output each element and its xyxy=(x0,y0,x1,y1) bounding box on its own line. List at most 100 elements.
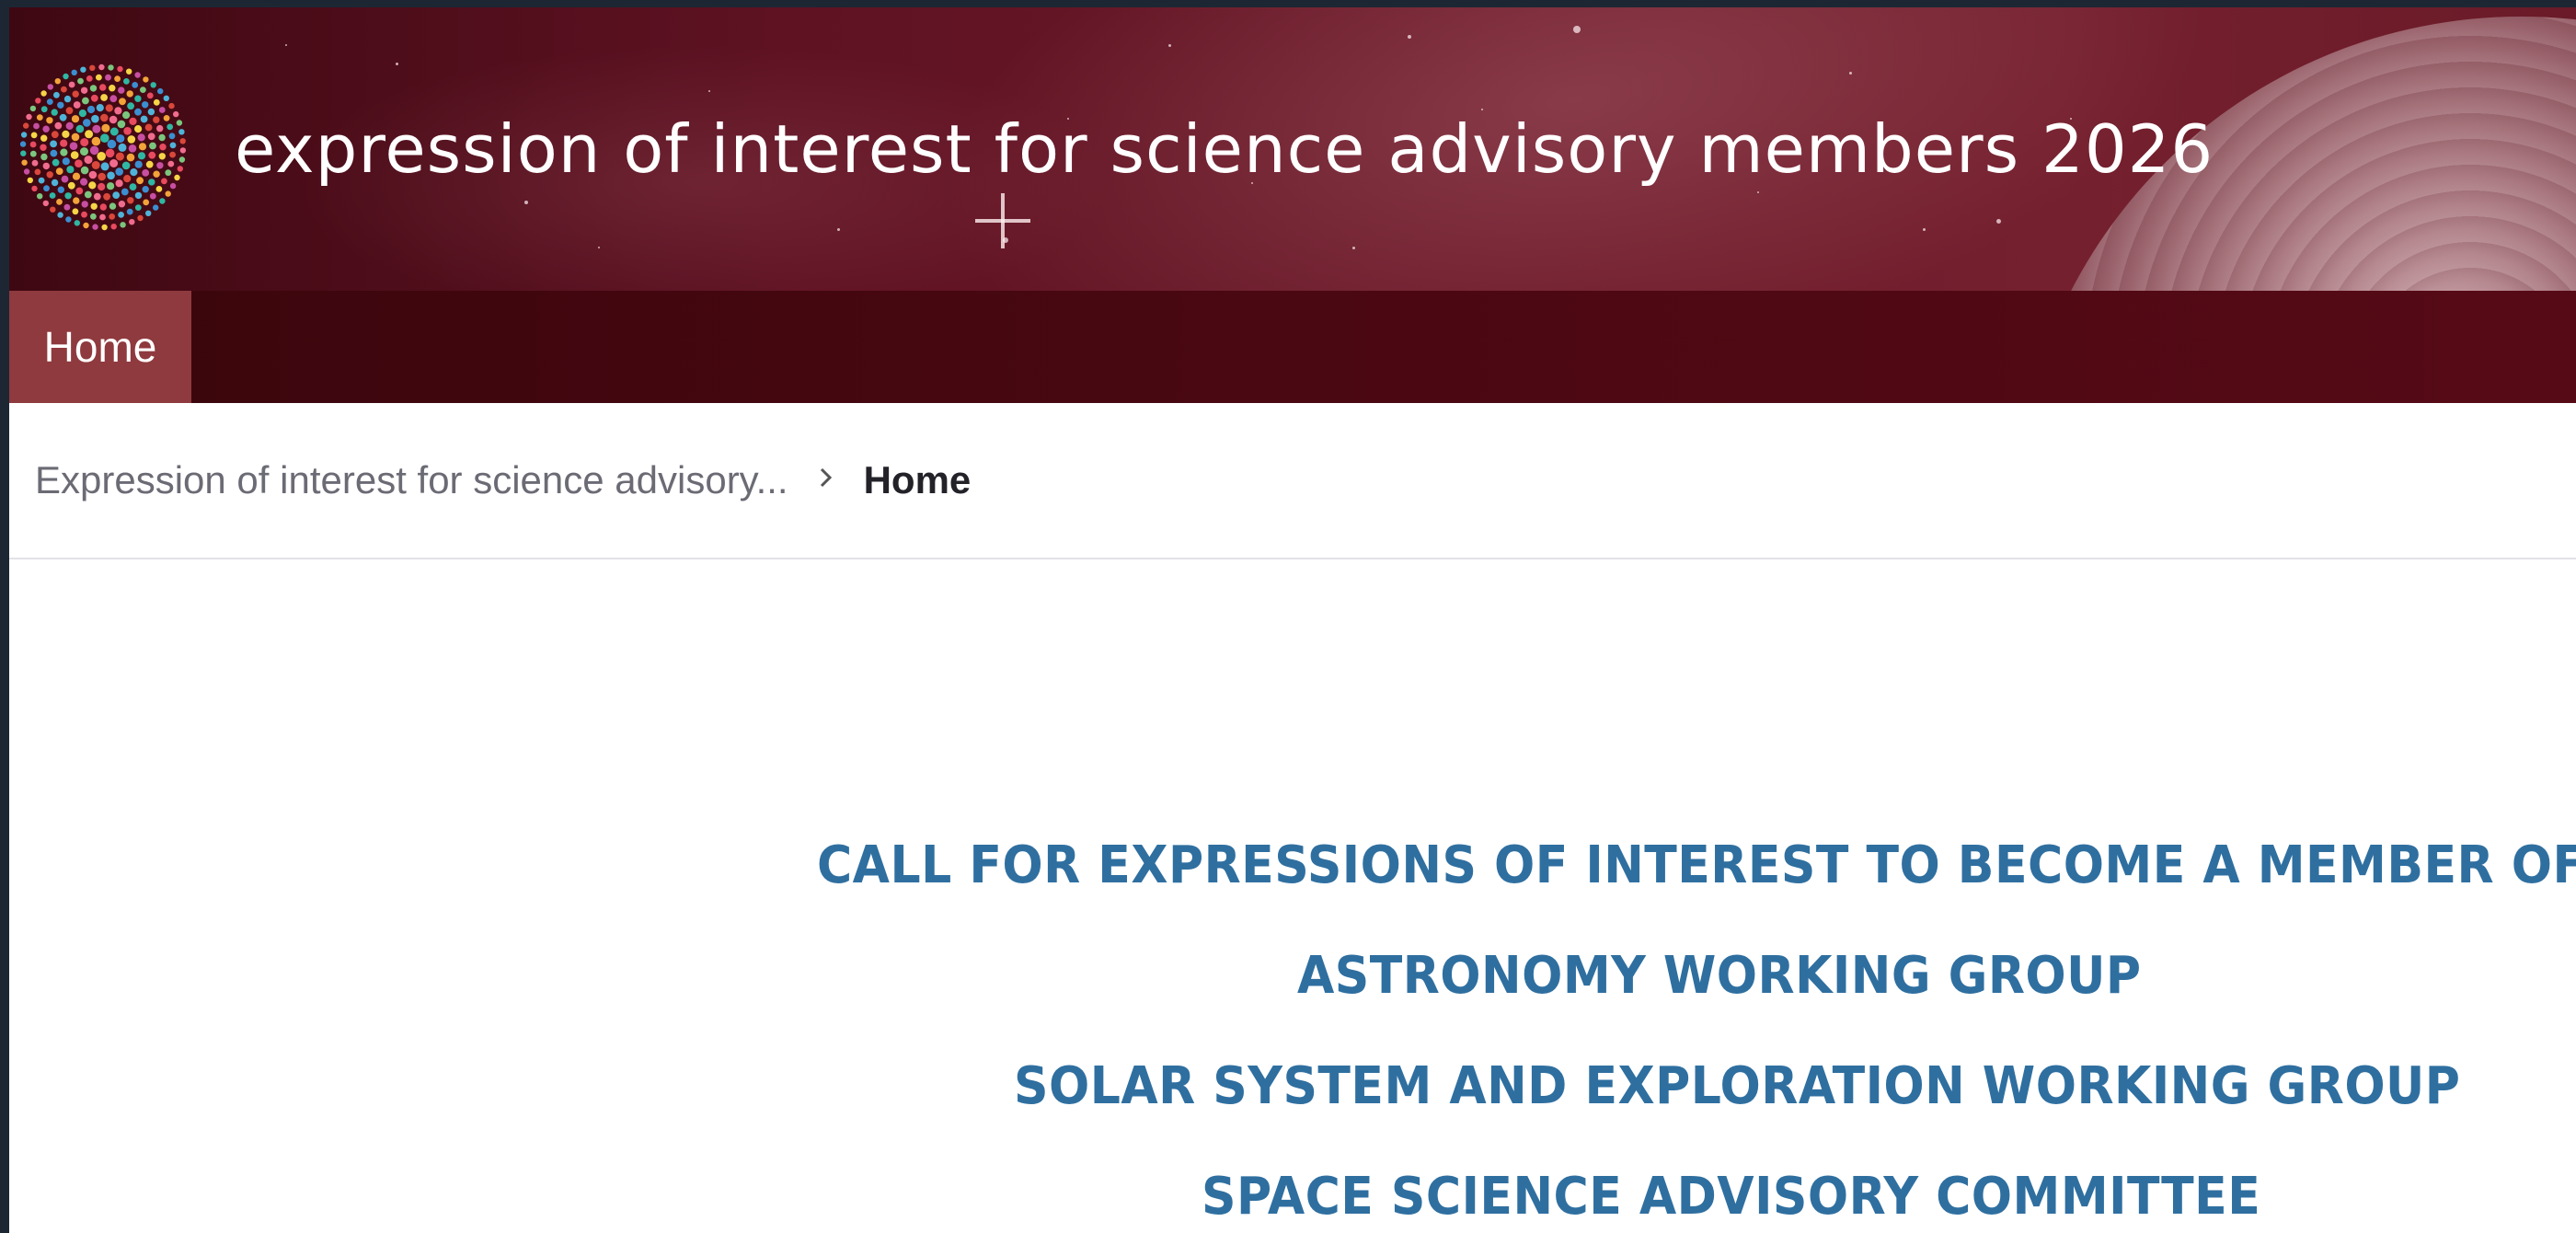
logo-dot xyxy=(23,168,30,175)
logo-dot xyxy=(19,141,27,147)
site-title[interactable]: expression of interest for science advis… xyxy=(235,110,2214,188)
star-decoration xyxy=(837,228,840,231)
logo-dot xyxy=(88,170,98,179)
breadcrumb-current: Home xyxy=(863,458,972,501)
logo-dot xyxy=(59,113,67,121)
logo-dot xyxy=(109,115,118,124)
logo-dot xyxy=(80,66,86,73)
logo-dot xyxy=(132,82,139,88)
logo-dot xyxy=(129,183,137,191)
logo-dot xyxy=(97,152,106,161)
logo-dot xyxy=(114,75,121,82)
logo-dot xyxy=(78,109,86,118)
logo-dot xyxy=(176,120,183,126)
logo-dot xyxy=(65,121,74,130)
star-decoration xyxy=(285,44,287,46)
logo-dot xyxy=(83,222,89,229)
star-decoration xyxy=(524,201,528,204)
logo-dot xyxy=(23,122,29,129)
logo-dot xyxy=(127,135,136,144)
logo-dot xyxy=(126,68,132,75)
logo-dot xyxy=(86,75,93,82)
logo-dot xyxy=(105,104,113,112)
star-decoration xyxy=(708,90,710,92)
logo-dot xyxy=(56,199,63,205)
logo-dot xyxy=(179,147,187,154)
logo-dot xyxy=(134,204,142,212)
logo-dot xyxy=(115,152,124,161)
logo-dot xyxy=(81,211,87,218)
logo-dot xyxy=(88,181,97,190)
logo-dot xyxy=(119,98,126,106)
dotted-globe-logo-icon[interactable] xyxy=(18,63,188,232)
logo-dot xyxy=(80,147,88,156)
logo-dot xyxy=(169,142,177,149)
logo-dot xyxy=(126,90,133,98)
logo-dot xyxy=(130,168,138,177)
logo-dot xyxy=(46,98,53,105)
logo-dot xyxy=(35,98,41,104)
logo-dot xyxy=(62,130,70,138)
logo-dot xyxy=(63,95,72,103)
logo-dot xyxy=(153,98,160,106)
logo-dot xyxy=(168,133,176,140)
logo-dot xyxy=(40,134,48,142)
logo-dot xyxy=(140,86,146,93)
logo-dot xyxy=(137,152,146,160)
logo-dot xyxy=(169,182,177,190)
logo-dot xyxy=(60,139,68,147)
logo-dot xyxy=(36,114,43,121)
logo-dot xyxy=(60,148,68,156)
logo-dot xyxy=(147,133,155,141)
logo-dot xyxy=(98,172,106,181)
logo-dot xyxy=(159,198,166,204)
logo-dot xyxy=(163,115,170,121)
logo-dot xyxy=(57,212,63,218)
logo-dot xyxy=(115,179,123,188)
logo-dot xyxy=(99,203,108,211)
logo-dot xyxy=(63,203,71,211)
logo-dot xyxy=(40,90,47,97)
logo-dot xyxy=(108,64,114,71)
logo-dot xyxy=(72,172,81,180)
nav-item-home[interactable]: Home xyxy=(9,291,191,403)
logo-dot xyxy=(142,186,149,193)
logo-dot xyxy=(31,159,39,167)
logo-dot xyxy=(83,119,91,127)
star-decoration xyxy=(1996,219,2001,224)
logo-dot xyxy=(81,201,88,208)
logo-dot xyxy=(90,202,98,210)
logo-dot xyxy=(121,161,131,170)
logo-dot xyxy=(158,153,166,160)
logo-dot xyxy=(145,210,152,216)
logo-dot xyxy=(112,191,121,200)
breadcrumb-parent-link[interactable]: Expression of interest for science advis… xyxy=(35,458,788,502)
logo-dot xyxy=(174,174,180,181)
logo-dot xyxy=(71,133,80,142)
logo-dot xyxy=(109,159,119,167)
logo-dot xyxy=(96,104,104,112)
logo-dot xyxy=(129,117,137,125)
logo-dot xyxy=(33,122,40,130)
logo-dot xyxy=(100,94,108,101)
logo-dot xyxy=(148,179,155,186)
logo-dot xyxy=(134,160,143,168)
logo-dot xyxy=(38,177,45,184)
logo-dot xyxy=(34,168,41,176)
site-banner: expression of interest for science advis… xyxy=(9,7,2576,291)
call-heading: CALL FOR EXPRESSIONS OF INTEREST TO BECO… xyxy=(817,835,2576,895)
logo-dot xyxy=(53,91,60,98)
logo-dot xyxy=(80,138,89,147)
logo-dot xyxy=(43,185,50,192)
logo-dot xyxy=(65,216,72,223)
logo-dot xyxy=(173,110,179,118)
logo-dot xyxy=(96,74,102,81)
main-navigation: Home xyxy=(9,291,2576,403)
logo-dot xyxy=(107,182,115,190)
logo-dot xyxy=(54,78,61,85)
astronomy-working-group-heading: ASTRONOMY WORKING GROUP xyxy=(1297,946,2142,1006)
logo-dot xyxy=(61,175,69,183)
logo-dot xyxy=(118,201,126,208)
logo-dot xyxy=(155,186,163,192)
logo-dot xyxy=(71,69,77,75)
